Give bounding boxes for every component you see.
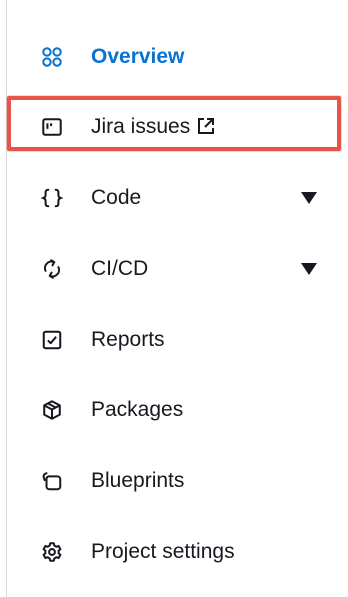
nav-item-cicd[interactable]: CI/CD [0,245,348,293]
nav-item-code[interactable]: Code [0,174,348,222]
nav-label-reports: Reports [91,328,165,351]
nav-label-blueprints: Blueprints [91,469,185,492]
caret-down-icon[interactable] [300,262,318,276]
side-navigation: Overview Jira issues Code CI/CD Reports … [0,0,348,597]
blueprint-icon [40,469,64,493]
braces-icon [40,186,64,210]
nav-item-packages[interactable]: Packages [0,386,348,434]
nav-label-code: Code [91,186,142,209]
refresh-icon [40,257,64,281]
package-icon [40,398,64,422]
nav-label-cicd: CI/CD [91,257,149,280]
gear-icon [40,540,64,564]
caret-down-icon[interactable] [300,191,318,205]
nav-label-project-settings: Project settings [91,540,235,563]
nav-label-overview: Overview [91,45,185,68]
grid-icon [40,45,64,69]
nav-item-overview[interactable]: Overview [0,33,348,81]
nav-item-reports[interactable]: Reports [0,316,348,364]
check-square-icon [40,328,64,352]
nav-item-project-settings[interactable]: Project settings [0,528,348,576]
highlight-box [7,96,341,151]
nav-item-blueprints[interactable]: Blueprints [0,457,348,505]
nav-label-packages: Packages [91,398,184,421]
